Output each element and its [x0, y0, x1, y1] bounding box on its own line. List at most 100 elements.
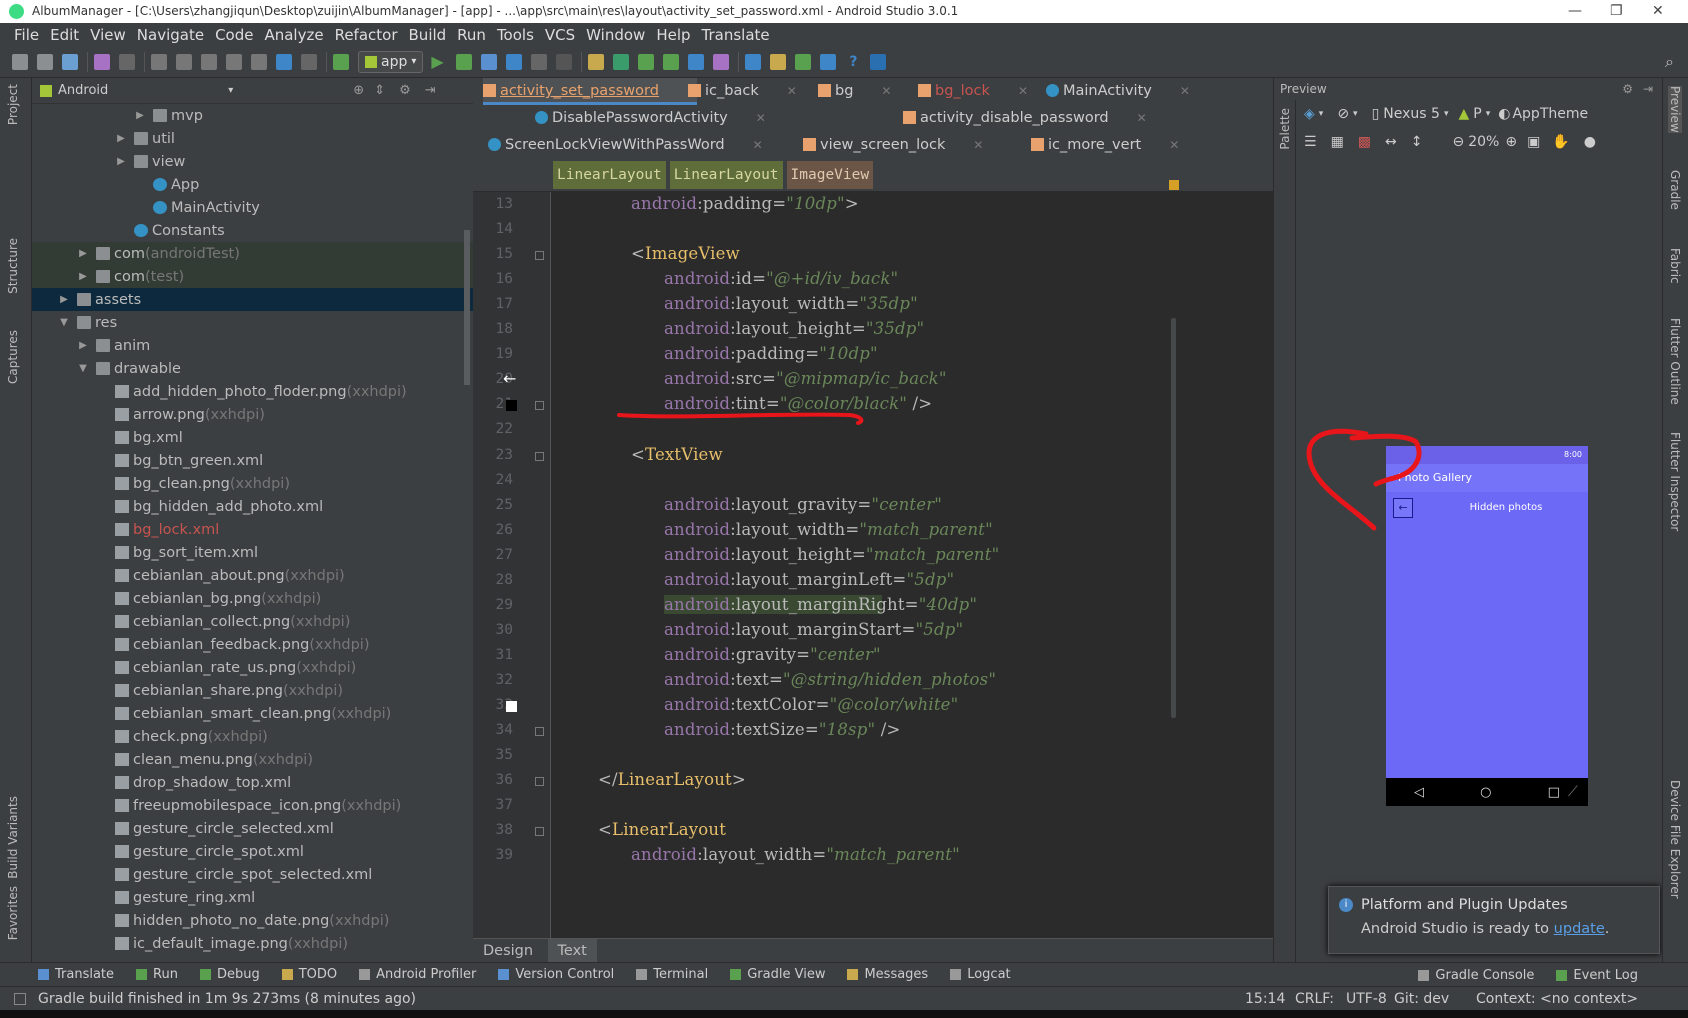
- warning-icon[interactable]: ●: [1584, 134, 1596, 150]
- menu-run[interactable]: Run: [457, 26, 486, 44]
- attach-debugger-icon[interactable]: [531, 53, 548, 70]
- tree-item[interactable]: cebianlan_rate_us.png (xxhdpi): [32, 656, 473, 679]
- update-notification[interactable]: i Platform and Plugin Updates Android St…: [1328, 886, 1660, 954]
- sdk-download-icon[interactable]: [770, 53, 787, 70]
- chevron-down-icon[interactable]: ▼: [76, 363, 90, 374]
- api-level-select[interactable]: P: [1473, 106, 1481, 122]
- menu-code[interactable]: Code: [215, 26, 253, 44]
- fold-marker-icon[interactable]: [535, 251, 544, 261]
- breadcrumb-item-linearlayout-outer[interactable]: LinearLayout: [553, 161, 666, 189]
- menu-view[interactable]: View: [90, 26, 126, 44]
- orientation-icon[interactable]: ⊘: [1337, 106, 1349, 122]
- search-everywhere-icon[interactable]: ⌕: [1665, 52, 1674, 72]
- find-icon[interactable]: [226, 53, 242, 70]
- menu-navigate[interactable]: Navigate: [137, 26, 204, 44]
- tool-window-event-log[interactable]: Event Log: [1556, 968, 1638, 983]
- menu-vcs[interactable]: VCS: [545, 26, 575, 44]
- editor-scrollbar[interactable]: [1171, 318, 1176, 718]
- close-window-button[interactable]: ✕: [1652, 0, 1664, 23]
- fold-marker-icon[interactable]: [535, 451, 544, 461]
- palette-tool-tab[interactable]: Palette: [1278, 108, 1292, 150]
- back-nav-icon[interactable]: [276, 53, 292, 70]
- undo-icon[interactable]: [94, 53, 110, 70]
- editor-tab[interactable]: DisablePasswordActivity ✕: [535, 105, 766, 132]
- editor-tab[interactable]: bg_lock ✕: [918, 78, 1028, 105]
- close-tab-icon[interactable]: ✕: [753, 138, 763, 152]
- inspection-status-icon[interactable]: [1169, 180, 1179, 190]
- vcs-history-icon[interactable]: [688, 53, 705, 70]
- tree-item[interactable]: ▼ res: [32, 311, 473, 334]
- project-view-mode-select[interactable]: Android: [58, 83, 108, 98]
- line-separator[interactable]: CRLF:: [1295, 991, 1334, 1007]
- breadcrumb-item-imageview[interactable]: ImageView: [786, 161, 874, 189]
- error-toggle-icon[interactable]: ▩: [1358, 134, 1371, 150]
- preview-tool-tab[interactable]: Preview: [1668, 86, 1682, 133]
- cut-icon[interactable]: [151, 53, 167, 70]
- editor-tab[interactable]: ScreenLockViewWithPassWord ✕: [488, 132, 763, 159]
- tree-item[interactable]: ▶ mvp: [32, 104, 473, 127]
- tool-window-todo[interactable]: TODO: [281, 967, 337, 982]
- menu-tools[interactable]: Tools: [497, 26, 534, 44]
- close-tab-icon[interactable]: ✕: [1137, 111, 1147, 125]
- editor-tab[interactable]: MainActivity ✕: [1046, 78, 1190, 105]
- restore-button[interactable]: ❐: [1610, 0, 1623, 23]
- chevron-down-icon[interactable]: ▼: [57, 317, 71, 328]
- gradle-tool-tab[interactable]: Gradle: [1668, 170, 1682, 210]
- close-tab-icon[interactable]: ✕: [1180, 84, 1190, 98]
- minimize-button[interactable]: —: [1568, 0, 1582, 23]
- menu-edit[interactable]: Edit: [50, 26, 79, 44]
- close-tab-icon[interactable]: ✕: [1018, 84, 1028, 98]
- tool-window-android-profiler[interactable]: Android Profiler: [359, 967, 476, 982]
- editor-tab[interactable]: view_screen_lock ✕: [803, 132, 983, 159]
- tool-window-gradle-view[interactable]: Gradle View: [730, 967, 825, 982]
- tree-item[interactable]: cebianlan_feedback.png (xxhdpi): [32, 633, 473, 656]
- zoom-out-icon[interactable]: ⊖: [1453, 134, 1465, 150]
- chevron-right-icon[interactable]: ▶: [114, 156, 128, 167]
- profile-icon[interactable]: [506, 53, 523, 70]
- update-link[interactable]: update: [1554, 921, 1605, 937]
- chevron-right-icon[interactable]: ▶: [114, 133, 128, 144]
- device-select[interactable]: Nexus 5: [1383, 106, 1440, 122]
- tree-item[interactable]: ▼ drawable: [32, 357, 473, 380]
- tree-item[interactable]: check.png (xxhdpi): [32, 725, 473, 748]
- favorites-tool-tab[interactable]: Favorites: [6, 886, 20, 940]
- editor-tab[interactable]: activity_set_password✕: [483, 78, 698, 105]
- zoom-in-icon[interactable]: ⊕: [1505, 134, 1517, 150]
- tree-item[interactable]: bg_hidden_add_photo.xml: [32, 495, 473, 518]
- tree-item[interactable]: cebianlan_smart_clean.png (xxhdpi): [32, 702, 473, 725]
- blueprint-icon[interactable]: ▦: [1331, 134, 1344, 150]
- sync-icon[interactable]: [62, 53, 78, 70]
- make-project-icon[interactable]: [333, 53, 349, 70]
- tree-item[interactable]: cebianlan_bg.png (xxhdpi): [32, 587, 473, 610]
- fold-marker-icon[interactable]: [535, 777, 544, 787]
- expand-horizontal-icon[interactable]: ↔: [1385, 134, 1397, 150]
- fold-marker-icon[interactable]: [535, 401, 544, 411]
- chevron-down-icon[interactable]: ▾: [228, 85, 233, 96]
- build-variants-tool-tab[interactable]: Build Variants: [6, 796, 20, 879]
- tool-window-version-control[interactable]: Version Control: [498, 967, 614, 982]
- vcs-revert-icon[interactable]: [713, 53, 730, 70]
- tool-window-translate[interactable]: Translate: [38, 967, 114, 982]
- resize-handle-icon[interactable]: ⟋: [1568, 784, 1578, 800]
- tool-window-debug[interactable]: Debug: [199, 967, 260, 982]
- fold-marker-icon[interactable]: [535, 827, 544, 837]
- tree-item[interactable]: gesture_circle_selected.xml: [32, 817, 473, 840]
- open-folder-icon[interactable]: [12, 53, 28, 70]
- flutter-inspector-tool-tab[interactable]: Flutter Inspector: [1668, 432, 1682, 531]
- tab-design[interactable]: Design: [473, 939, 543, 963]
- scroll-from-source-icon[interactable]: ⊕: [353, 83, 364, 98]
- tree-item[interactable]: bg_clean.png (xxhdpi): [32, 472, 473, 495]
- tree-item[interactable]: ▶ view: [32, 150, 473, 173]
- tool-window-logcat[interactable]: Logcat: [950, 967, 1011, 982]
- close-tab-icon[interactable]: ✕: [973, 138, 983, 152]
- tree-item[interactable]: drop_shadow_top.xml: [32, 771, 473, 794]
- chevron-right-icon[interactable]: ▶: [133, 110, 147, 121]
- menu-build[interactable]: Build: [409, 26, 447, 44]
- breadcrumb-item-linearlayout-inner[interactable]: LinearLayout: [669, 161, 783, 189]
- project-tree-scrollbar[interactable]: [464, 230, 470, 385]
- editor-tab[interactable]: ic_back ✕: [688, 78, 797, 105]
- toggle-tool-windows-icon[interactable]: [14, 992, 26, 1005]
- hide-panel-icon[interactable]: ⇥: [1643, 78, 1653, 100]
- tree-item[interactable]: gesture_ring.xml: [32, 886, 473, 909]
- gear-icon[interactable]: ⚙: [399, 83, 411, 98]
